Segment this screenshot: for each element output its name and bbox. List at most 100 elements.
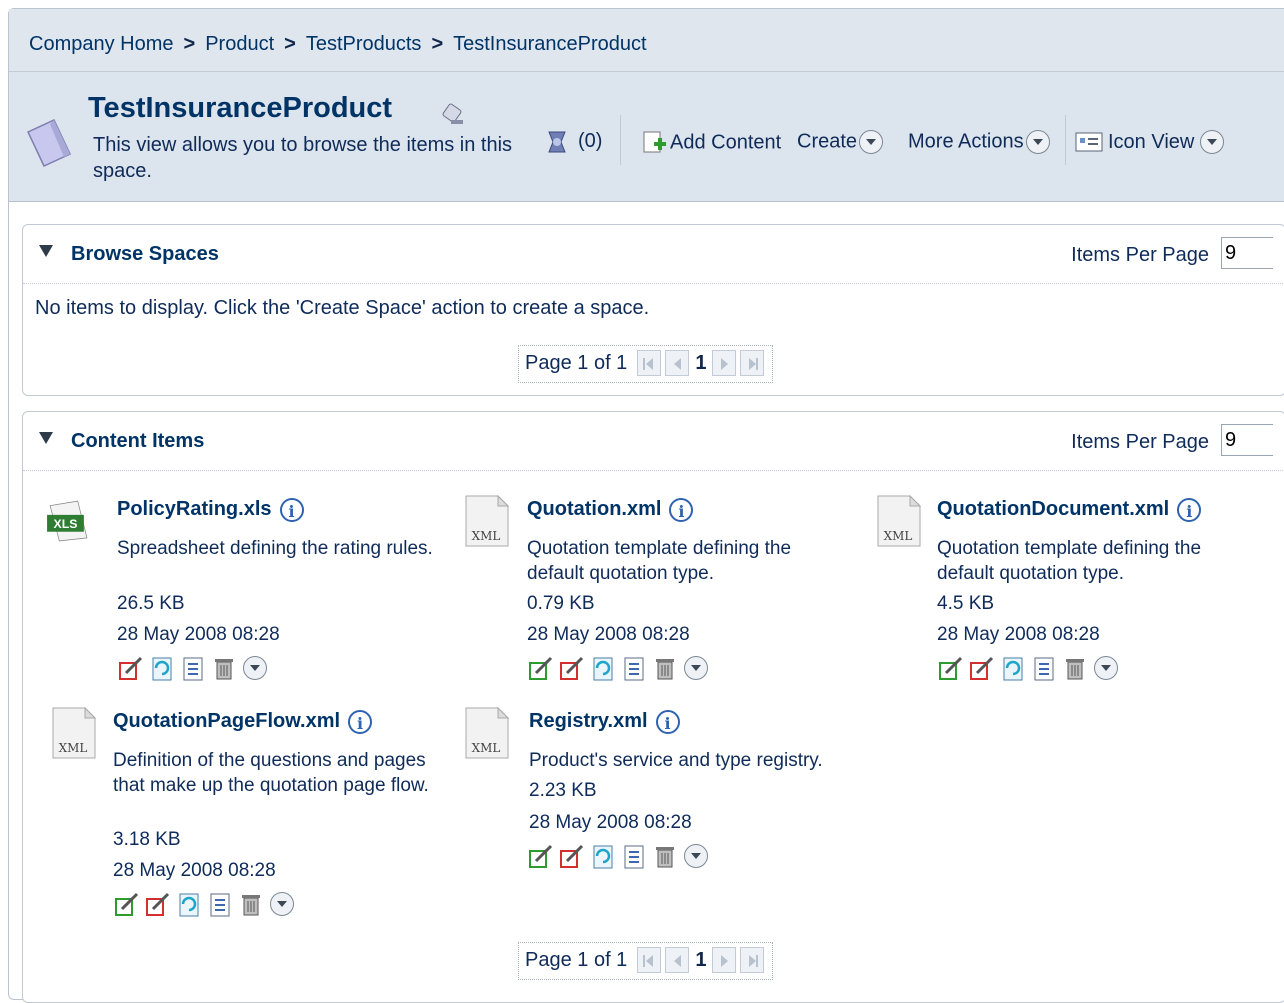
more-item-actions-icon[interactable]: [270, 892, 294, 916]
panel-header: Browse Spaces Items Per Page: [23, 225, 1284, 284]
edit-icon[interactable]: [527, 842, 555, 870]
xml-file-icon[interactable]: XML: [464, 706, 510, 760]
update-icon[interactable]: [175, 890, 203, 918]
last-page-icon[interactable]: [740, 350, 765, 376]
icon-view-icon: [1075, 132, 1103, 152]
delete-icon[interactable]: [237, 890, 265, 918]
edit-icon[interactable]: [113, 890, 141, 918]
update-icon[interactable]: [999, 654, 1027, 682]
info-icon[interactable]: i: [279, 498, 304, 522]
delete-icon[interactable]: [1061, 654, 1089, 682]
checkout-icon[interactable]: [968, 654, 996, 682]
details-icon[interactable]: [206, 890, 234, 918]
delete-icon[interactable]: [651, 654, 679, 682]
items-per-page-label: Items Per Page: [1071, 431, 1209, 453]
previous-page-icon[interactable]: [665, 947, 690, 973]
pager-text: Page 1 of 1: [525, 351, 628, 374]
next-page-icon[interactable]: [712, 947, 737, 973]
item-actions: [117, 654, 267, 684]
file-date: 28 May 2008 08:28: [937, 624, 1100, 645]
checkout-icon[interactable]: [144, 890, 172, 918]
file-name: Registry.xml: [529, 710, 648, 732]
breadcrumb-item-testproducts[interactable]: TestProducts: [306, 33, 422, 55]
item-actions: [527, 842, 708, 872]
file-name-link[interactable]: QuotationDocument.xml i: [937, 498, 1202, 522]
rss-feed-icon[interactable]: [441, 100, 469, 128]
previous-page-icon[interactable]: [665, 350, 690, 376]
file-name-link[interactable]: QuotationPageFlow.xml i: [113, 710, 373, 734]
item-actions: [937, 654, 1118, 684]
info-icon[interactable]: i: [669, 498, 694, 522]
item-actions: [113, 890, 294, 920]
checkout-icon[interactable]: [117, 654, 145, 682]
more-actions-menu[interactable]: More Actions: [908, 130, 1050, 154]
more-item-actions-icon[interactable]: [684, 844, 708, 868]
file-description: Spreadsheet defining the rating rules.: [117, 538, 433, 559]
last-page-icon[interactable]: [740, 947, 765, 973]
delete-icon[interactable]: [210, 654, 238, 682]
toolbar-divider: [620, 115, 621, 165]
breadcrumb-separator: >: [183, 33, 196, 55]
create-dropdown-icon[interactable]: [859, 130, 884, 154]
details-icon[interactable]: [620, 654, 648, 682]
panel-title[interactable]: Browse Spaces: [71, 243, 219, 266]
details-icon[interactable]: [179, 654, 207, 682]
file-type-label: XML: [884, 529, 913, 543]
add-content-label: Add Content: [670, 131, 782, 154]
checkout-icon[interactable]: [558, 842, 586, 870]
details-icon[interactable]: [620, 842, 648, 870]
file-type-label: XML: [472, 741, 501, 755]
xml-file-icon[interactable]: XML: [464, 494, 510, 548]
panel-title[interactable]: Content Items: [71, 430, 204, 453]
info-icon[interactable]: i: [655, 710, 680, 734]
update-icon[interactable]: [148, 654, 176, 682]
create-menu[interactable]: Create: [797, 130, 884, 154]
more-actions-dropdown-icon[interactable]: [1025, 130, 1050, 154]
file-name: PolicyRating.xls: [117, 498, 272, 520]
breadcrumb-separator: >: [284, 33, 296, 55]
update-icon[interactable]: [589, 654, 617, 682]
breadcrumb-item-testinsuranceproduct[interactable]: TestInsuranceProduct: [453, 33, 646, 55]
breadcrumb-item-company-home[interactable]: Company Home: [29, 33, 174, 55]
file-size: 4.5 KB: [937, 593, 995, 614]
file-name-link[interactable]: PolicyRating.xls i: [117, 498, 304, 522]
file-name: Quotation.xml: [527, 498, 662, 520]
file-date: 28 May 2008 08:28: [527, 624, 690, 645]
edit-icon[interactable]: [527, 654, 555, 682]
items-per-page-input[interactable]: [1221, 237, 1273, 269]
current-page[interactable]: 1: [695, 352, 706, 375]
file-description: Product's service and type registry.: [529, 750, 823, 771]
collapse-toggle-icon[interactable]: [39, 245, 53, 257]
current-page[interactable]: 1: [695, 949, 706, 972]
items-per-page-input[interactable]: [1221, 424, 1273, 456]
file-name-link[interactable]: Registry.xml i: [529, 710, 680, 734]
info-icon[interactable]: i: [348, 710, 373, 734]
breadcrumb-item-product[interactable]: Product: [205, 33, 274, 55]
first-page-icon[interactable]: [637, 350, 662, 376]
details-icon[interactable]: [1030, 654, 1058, 682]
view-mode-menu[interactable]: Icon View: [1074, 130, 1225, 154]
more-item-actions-icon[interactable]: [1094, 656, 1118, 680]
checkout-icon[interactable]: [558, 654, 586, 682]
update-icon[interactable]: [589, 842, 617, 870]
xls-file-icon[interactable]: XLS: [44, 494, 90, 548]
view-mode-dropdown-icon[interactable]: [1200, 130, 1225, 154]
xml-file-icon[interactable]: XML: [51, 706, 97, 760]
next-page-icon[interactable]: [712, 350, 737, 376]
browse-spaces-panel: Browse Spaces Items Per Page No items to…: [22, 224, 1284, 396]
view-mode-label: Icon View: [1108, 130, 1195, 153]
rules-icon[interactable]: [543, 128, 571, 158]
edit-icon[interactable]: [937, 654, 965, 682]
first-page-icon[interactable]: [637, 947, 662, 973]
more-item-actions-icon[interactable]: [684, 656, 708, 680]
delete-icon[interactable]: [651, 842, 679, 870]
info-icon[interactable]: i: [1177, 498, 1202, 522]
add-content-button[interactable]: Add Content: [640, 130, 781, 156]
more-item-actions-icon[interactable]: [243, 656, 267, 680]
xml-file-icon[interactable]: XML: [876, 494, 922, 548]
file-name: QuotationPageFlow.xml: [113, 710, 341, 732]
collapse-toggle-icon[interactable]: [39, 432, 53, 444]
rules-count[interactable]: (0): [578, 130, 602, 153]
file-type-label: XLS: [54, 517, 78, 531]
file-name-link[interactable]: Quotation.xml i: [527, 498, 694, 522]
